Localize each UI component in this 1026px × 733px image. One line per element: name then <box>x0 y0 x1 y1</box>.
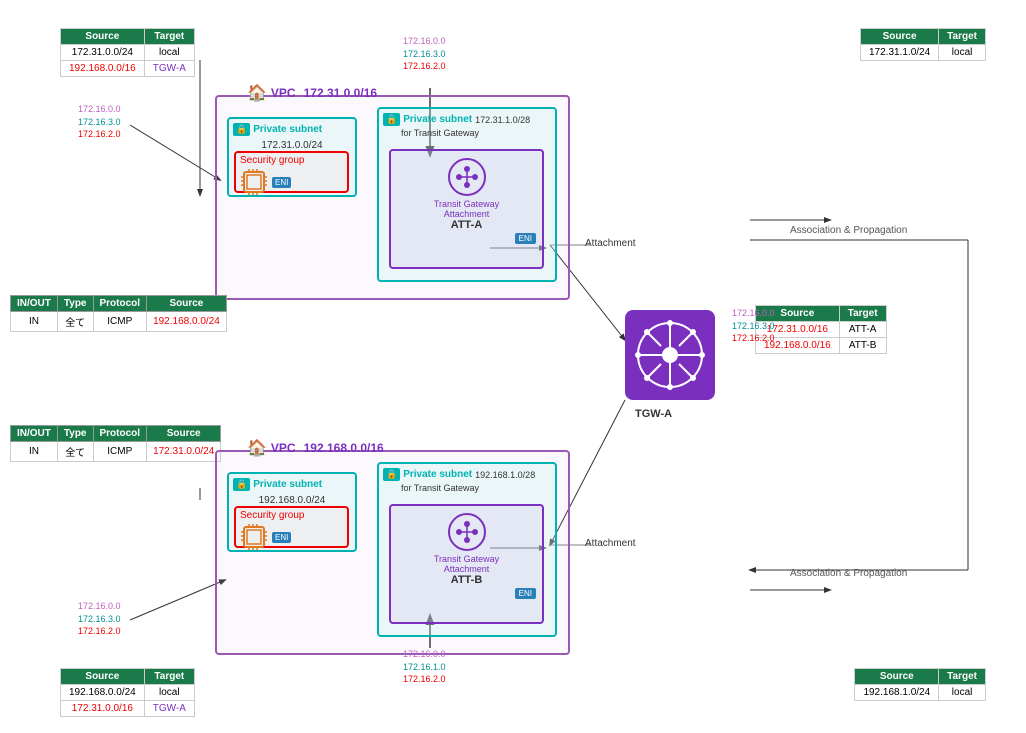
vpc2-tgw-subnet-cidr: 192.168.1.0/28 <box>475 470 535 480</box>
lock-icon-2: 🔒 <box>383 113 400 126</box>
tga-b-label: Transit Gateway <box>391 554 542 564</box>
vpc1-security-group: Security group <box>234 151 349 193</box>
tga-a-label: Transit Gateway <box>391 199 542 209</box>
ip-list-bottom: 172.16.0.0 172.16.1.0 172.16.2.0 <box>403 648 446 686</box>
tgw-name: TGW-A <box>635 408 672 420</box>
vpc2-cidr: 192.168.0.0/16 <box>304 441 384 455</box>
vpc1-icon: 🏠 <box>247 83 267 103</box>
vpc1-tgw-subnet-cidr: 172.31.1.0/28 <box>475 115 530 125</box>
route-table-bottom-right: Source Target 192.168.1.0/24 local <box>854 668 986 701</box>
route-table-top-right: Source Target 172.31.1.0/24 local <box>860 28 986 61</box>
vpc2-tgw-subnet: 🔒 Private subnet 192.168.1.0/28 for Tran… <box>377 462 557 637</box>
attachment-label-bottom: Attachment <box>585 538 636 549</box>
eni-badge-1: ENI <box>272 177 291 188</box>
lock-icon-1: 🔒 <box>233 123 250 136</box>
acl-table-1: IN/OUT Type Protocol Source IN 全て ICMP 1… <box>10 295 227 332</box>
vpc2-private-subnet: 🔒 Private subnet 192.168.0.0/24 Security… <box>227 472 357 552</box>
vpc2-tgw-subnet-for: for Transit Gateway <box>401 483 551 493</box>
vpc1-tgw-subnet: 🔒 Private subnet 172.31.1.0/28 for Trans… <box>377 107 557 282</box>
network-diagram: Source Target 172.31.0.0/24 local 192.16… <box>0 0 1026 733</box>
vpc2-security-group: Security group <box>234 506 349 548</box>
tga-b-label2: Attachment <box>391 564 542 574</box>
acl-table-2: IN/OUT Type Protocol Source IN 全て ICMP 1… <box>10 425 221 462</box>
tga-a-label2: Attachment <box>391 209 542 219</box>
vpc1-tgw-subnet-label: Private subnet <box>403 114 472 125</box>
vpc1-cidr: 172.31.0.0/16 <box>304 86 377 100</box>
tgw-box <box>625 310 715 400</box>
vpc2-tgw-subnet-label: Private subnet <box>403 469 472 480</box>
tga-a-box: Transit Gateway Attachment ATT-A ENI <box>389 149 544 269</box>
tga-a-icon <box>447 157 487 197</box>
eni-badge-4: ENI <box>515 588 536 599</box>
assoc-label-bottom: Association & Propagation <box>790 568 907 579</box>
tga-b-icon <box>447 512 487 552</box>
eni-badge-3: ENI <box>272 532 291 543</box>
lock-icon-4: 🔒 <box>383 468 400 481</box>
vpc2-private-subnet-label: Private subnet <box>253 479 322 490</box>
ip-list-top-left: 172.16.0.0 172.16.3.0 172.16.2.0 <box>78 103 121 141</box>
route-table-top-left: Source Target 172.31.0.0/24 local 192.16… <box>60 28 195 77</box>
tga-b-box: Transit Gateway Attachment ATT-B ENI <box>389 504 544 624</box>
vpc1-label: VPC <box>271 86 296 100</box>
tga-a-name: ATT-A <box>391 219 542 231</box>
assoc-label-top: Association & Propagation <box>790 225 907 236</box>
vpc1-private-subnet-cidr: 172.31.0.0/24 <box>233 140 351 151</box>
vpc2-box: 🏠 VPC 192.168.0.0/16 🔒 Private subnet 19… <box>215 450 570 655</box>
tgw-icon <box>635 320 705 390</box>
attachment-label-top: Attachment <box>585 238 636 249</box>
eni-badge-2: ENI <box>515 233 536 244</box>
tga-b-name: ATT-B <box>391 574 542 586</box>
vpc1-security-group-label: Security group <box>236 153 347 168</box>
chip-icon-1 <box>240 168 268 196</box>
vpc1-private-subnet-label: Private subnet <box>253 124 322 135</box>
route-table-bottom-left: Source Target 192.168.0.0/24 local 172.3… <box>60 668 195 717</box>
lock-icon-3: 🔒 <box>233 478 250 491</box>
vpc2-private-subnet-cidr: 192.168.0.0/24 <box>233 495 351 506</box>
vpc2-label: VPC <box>271 441 296 455</box>
ip-list-tgw: 172.16.0.0 172.16.3.0 172.16.2.0 <box>732 307 775 345</box>
ip-list-bottom-left: 172.16.0.0 172.16.3.0 172.16.2.0 <box>78 600 121 638</box>
vpc2-security-group-label: Security group <box>236 508 347 523</box>
vpc1-tgw-subnet-for: for Transit Gateway <box>401 128 551 138</box>
vpc2-icon: 🏠 <box>247 438 267 458</box>
ip-list-top: 172.16.0.0 172.16.3.0 172.16.2.0 <box>403 35 446 73</box>
vpc1-private-subnet: 🔒 Private subnet 172.31.0.0/24 Security … <box>227 117 357 197</box>
vpc1-box: 🏠 VPC 172.31.0.0/16 🔒 Private subnet 172… <box>215 95 570 300</box>
route-table-tgw: Source Target 172.31.0.0/16 ATT-A 192.16… <box>755 305 887 354</box>
chip-icon-2 <box>240 523 268 551</box>
